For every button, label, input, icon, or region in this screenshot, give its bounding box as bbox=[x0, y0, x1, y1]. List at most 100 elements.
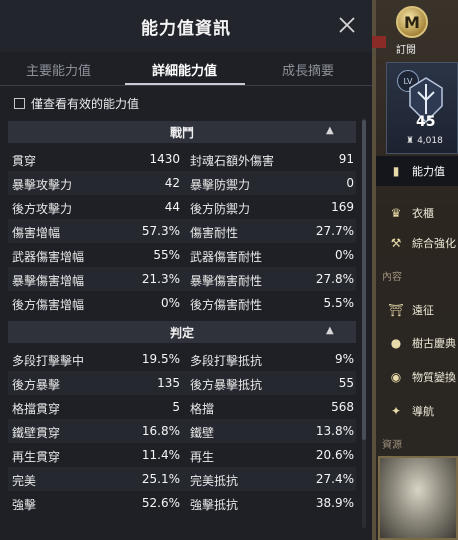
menu-item-wardrobe[interactable]: ♛ 衣櫃 bbox=[376, 198, 458, 228]
stat-value: 55 bbox=[338, 376, 354, 390]
stat-row: 武器傷害增幅 55% 武器傷害耐性 0% bbox=[8, 243, 356, 267]
menu-item-transmute[interactable]: ◉ 物質變換 bbox=[376, 362, 458, 392]
section-header[interactable]: 判定 ▲ bbox=[8, 321, 356, 343]
effective-stats-filter[interactable]: 僅查看有效的能力值 bbox=[14, 95, 139, 112]
stat-label: 強擊抵抗 bbox=[190, 498, 239, 512]
stat-label: 後方暴擊 bbox=[12, 378, 61, 392]
stat-row: 後方攻擊力 44 後方防禦力 169 bbox=[8, 195, 356, 219]
stat-row: 鐵壁貫穿 16.8% 鐵壁 13.8% bbox=[8, 419, 356, 443]
menu-item-festival[interactable]: ● 樹古慶典 bbox=[376, 328, 458, 358]
close-icon[interactable] bbox=[336, 14, 358, 36]
stat-row: 貫穿 1430 封魂石額外傷害 91 bbox=[8, 147, 356, 171]
stat-label: 格擋貫穿 bbox=[12, 402, 61, 416]
subscribe-badge-icon[interactable]: M bbox=[396, 6, 428, 38]
stat-value: 16.8% bbox=[141, 424, 180, 438]
stat-row: 後方暴擊 135 後方暴擊抵抗 55 bbox=[8, 371, 356, 395]
stat-label: 後方防禦力 bbox=[190, 202, 251, 216]
stat-value: 55% bbox=[153, 248, 180, 262]
stat-row: 格擋貫穿 5 格擋 568 bbox=[8, 395, 356, 419]
stat-value: 0% bbox=[160, 296, 180, 310]
filter-checkbox[interactable] bbox=[14, 98, 25, 109]
character-level: 45 bbox=[416, 114, 436, 130]
stat-value: 44 bbox=[164, 200, 180, 214]
stat-label: 格擋 bbox=[190, 402, 215, 416]
stat-row: 再生貫穿 11.4% 再生 20.6% bbox=[8, 443, 356, 467]
stat-value: 0 bbox=[346, 176, 354, 190]
stat-label: 後方暴擊抵抗 bbox=[190, 378, 263, 392]
menu-item-label: 物質變換 bbox=[412, 371, 456, 384]
tab-growth-summary[interactable]: 成長摘要 bbox=[282, 60, 334, 79]
stat-value: 27.7% bbox=[315, 224, 354, 238]
stats-panel: 能力值資訊 主要能力值 詳細能力值 成長摘要 僅查看有效的能力值 戰鬥 ▲ 貫穿 14… bbox=[0, 0, 372, 540]
stat-value: 27.4% bbox=[315, 472, 354, 486]
anvil-icon: ⚒ bbox=[390, 236, 402, 250]
stat-label: 傷害耐性 bbox=[190, 226, 239, 240]
stat-value: 38.9% bbox=[315, 496, 354, 510]
menu-item-enhance[interactable]: ⚒ 綜合強化 bbox=[376, 228, 458, 258]
stat-value: 91 bbox=[338, 152, 354, 166]
stat-value: 13.8% bbox=[315, 424, 354, 438]
stat-label: 貫穿 bbox=[12, 154, 37, 168]
compass-icon: ✦ bbox=[390, 404, 402, 418]
separator-resources: 資源 bbox=[382, 440, 402, 451]
orb-icon: ◉ bbox=[390, 370, 402, 384]
menu-item-stats[interactable]: ▮ 能力值 bbox=[376, 156, 458, 186]
section-title: 判定 bbox=[169, 325, 194, 340]
section-title: 戰鬥 bbox=[169, 125, 194, 140]
stat-label: 鐵壁 bbox=[190, 426, 215, 440]
stat-label: 傷害增幅 bbox=[12, 226, 61, 240]
stat-label: 後方傷害增幅 bbox=[12, 298, 85, 312]
tab-divider bbox=[0, 85, 372, 86]
section-header[interactable]: 戰鬥 ▲ bbox=[8, 121, 356, 143]
menu-item-label: 能力值 bbox=[412, 165, 445, 178]
stat-label: 完美 bbox=[12, 474, 37, 488]
stat-label: 暴擊防禦力 bbox=[190, 178, 251, 192]
subscribe-label[interactable]: 訂閱 bbox=[396, 41, 416, 56]
stat-value: 42 bbox=[164, 176, 180, 190]
separator-content: 內容 bbox=[382, 272, 402, 283]
menu-item-label: 綜合強化 bbox=[412, 237, 456, 250]
collapse-caret-icon[interactable]: ▲ bbox=[326, 125, 334, 136]
stat-value: 0% bbox=[334, 248, 354, 262]
stat-row: 暴擊傷害增幅 21.3% 暴擊傷害耐性 27.8% bbox=[8, 267, 356, 291]
tab-detailed-stats[interactable]: 詳細能力值 bbox=[152, 60, 217, 79]
stat-label: 武器傷害增幅 bbox=[12, 250, 85, 264]
stat-value: 5 bbox=[172, 400, 180, 414]
wardrobe-icon: ♛ bbox=[390, 206, 402, 220]
filter-label: 僅查看有效的能力值 bbox=[31, 97, 140, 111]
stat-value: 52.6% bbox=[141, 496, 180, 510]
red-indicator bbox=[372, 36, 386, 48]
menu-item-label: 遠征 bbox=[412, 304, 434, 317]
stat-value: 27.8% bbox=[315, 272, 354, 286]
menu-item-expedition[interactable]: ⛩ 遠征 bbox=[376, 295, 458, 325]
stat-label: 完美抵抗 bbox=[190, 474, 239, 488]
stat-value: 1430 bbox=[149, 152, 180, 166]
stat-label: 強擊 bbox=[12, 498, 37, 512]
stat-row: 暴擊攻擊力 42 暴擊防禦力 0 bbox=[8, 171, 356, 195]
gear-score-icon: ♜ bbox=[406, 136, 415, 146]
stat-label: 再生 bbox=[190, 450, 215, 464]
stat-label: 多段打擊抵抗 bbox=[190, 354, 263, 368]
stat-row: 完美 25.1% 完美抵抗 27.4% bbox=[8, 467, 356, 491]
menu-item-navigation[interactable]: ✦ 導航 bbox=[376, 396, 458, 426]
tab-bar: 主要能力值 詳細能力值 成長摘要 bbox=[0, 52, 372, 86]
stat-row: 多段打擊擊中 19.5% 多段打擊抵抗 9% bbox=[8, 347, 356, 371]
stat-value: 57.3% bbox=[141, 224, 180, 238]
bar-chart-icon: ▮ bbox=[392, 164, 400, 178]
stat-value: 5.5% bbox=[323, 296, 355, 310]
tab-main-stats[interactable]: 主要能力值 bbox=[26, 60, 91, 79]
stat-value: 20.6% bbox=[315, 448, 354, 462]
stat-label: 武器傷害耐性 bbox=[190, 250, 263, 264]
stat-label: 封魂石額外傷害 bbox=[190, 154, 275, 168]
stat-label: 暴擊傷害耐性 bbox=[190, 274, 263, 288]
stat-row: 後方傷害增幅 0% 後方傷害耐性 5.5% bbox=[8, 291, 356, 315]
stat-value: 11.4% bbox=[141, 448, 180, 462]
stat-value: 21.3% bbox=[141, 272, 180, 286]
character-portrait[interactable] bbox=[378, 456, 458, 540]
stat-value: 568 bbox=[331, 400, 354, 414]
collapse-caret-icon[interactable]: ▲ bbox=[326, 325, 334, 336]
stat-label: 後方攻擊力 bbox=[12, 202, 73, 216]
scrollbar-thumb[interactable] bbox=[362, 120, 366, 440]
menu-item-label: 樹古慶典 bbox=[412, 337, 456, 350]
stat-label: 暴擊傷害增幅 bbox=[12, 274, 85, 288]
